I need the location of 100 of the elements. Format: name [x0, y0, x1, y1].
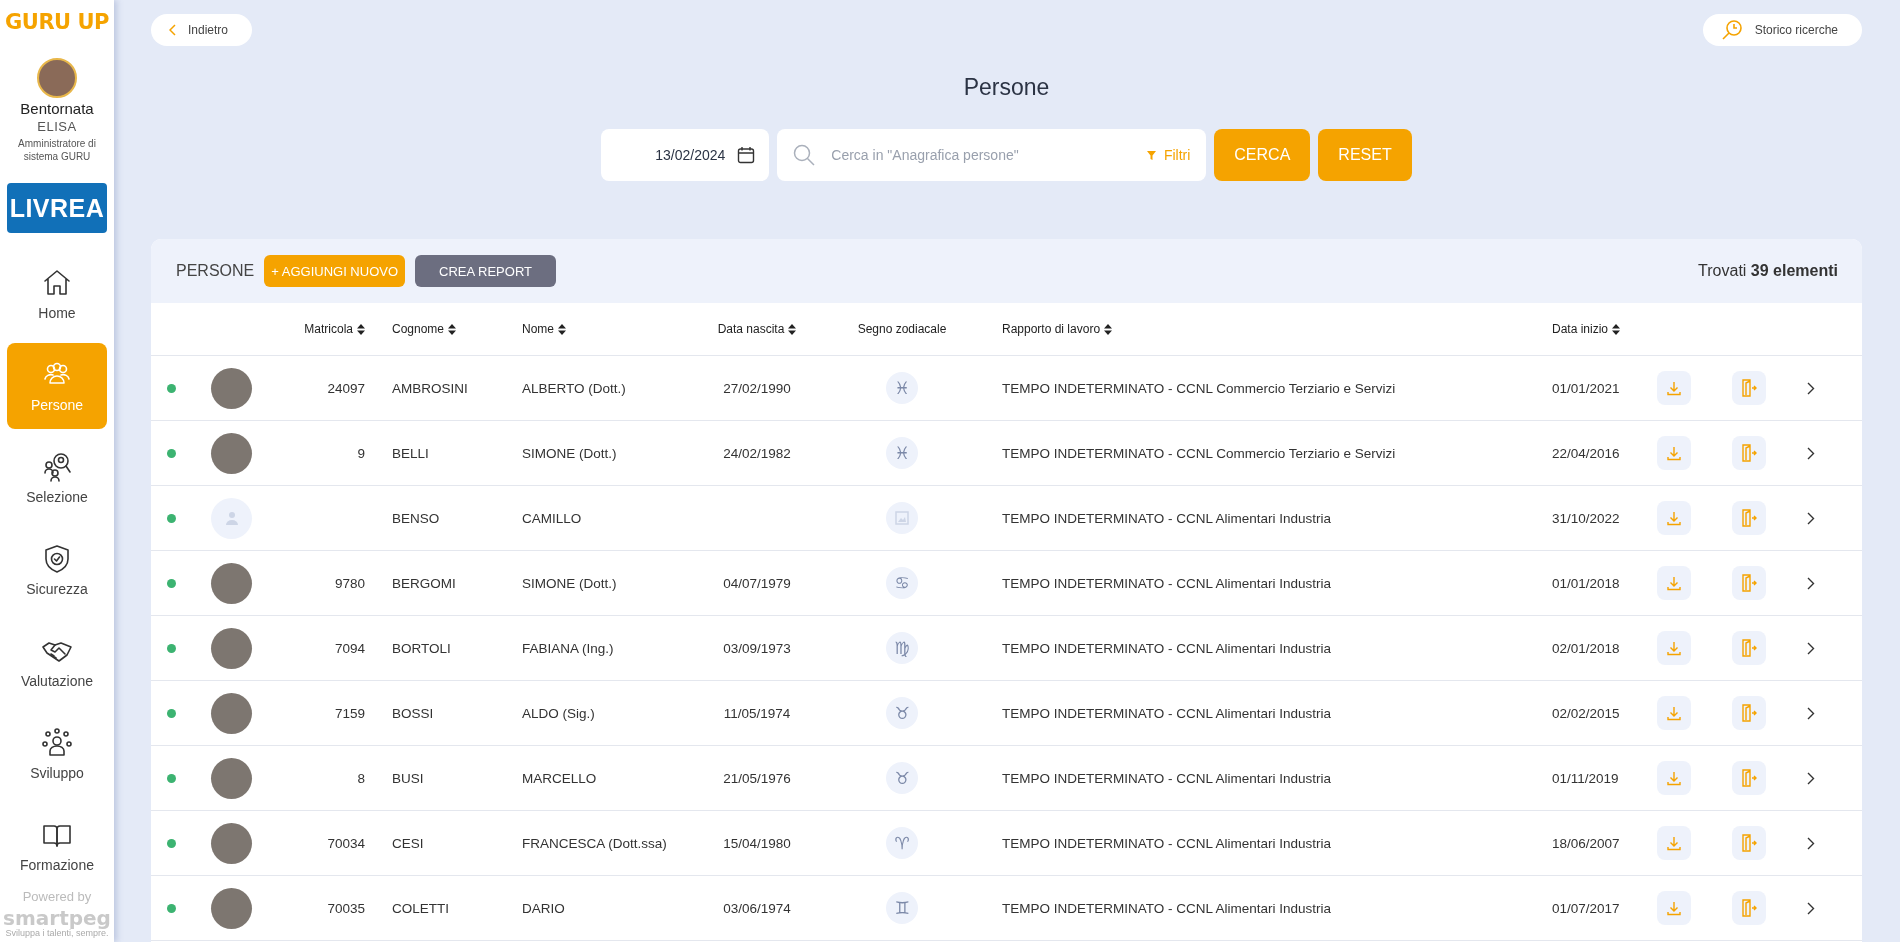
table-cell: 9: [357, 445, 365, 461]
zodiac-sign: ♋: [886, 567, 918, 599]
column-header[interactable]: Rapporto di lavoro: [1002, 322, 1101, 336]
zodiac-sign: ♓: [886, 437, 918, 469]
exit-button[interactable]: [1732, 436, 1766, 470]
zodiac-sign: ♊: [886, 892, 918, 924]
search-history-button[interactable]: Storico ricerche: [1702, 14, 1862, 46]
back-button[interactable]: Indietro: [151, 14, 253, 46]
exit-button[interactable]: [1732, 501, 1766, 535]
table-cell: 02/01/2018: [1552, 640, 1620, 656]
zodiac-sign: ♉: [886, 762, 918, 794]
sort-icon[interactable]: [788, 323, 797, 335]
table-cell: 02/02/2015: [1552, 705, 1620, 721]
table-cell: 21/05/1976: [723, 770, 791, 786]
table-cell: SIMONE (Dott.): [522, 575, 617, 591]
sort-icon[interactable]: [558, 323, 566, 335]
table-cell: ALBERTO (Dott.): [522, 380, 626, 396]
door-arrow-icon: [1741, 704, 1757, 722]
section-title: PERSONE: [176, 262, 255, 280]
open-details-button[interactable]: [1807, 641, 1815, 655]
sidebar-item[interactable]: Sviluppo: [7, 711, 107, 797]
table-cell: 24097: [327, 380, 365, 396]
sidebar-item[interactable]: Home: [7, 251, 107, 337]
download-button[interactable]: [1657, 826, 1691, 860]
download-button[interactable]: [1657, 566, 1691, 600]
download-button[interactable]: [1657, 761, 1691, 795]
chevron-right-icon: [1807, 446, 1815, 460]
user-avatar: [37, 58, 77, 98]
download-icon: [1666, 705, 1682, 721]
download-icon: [1666, 445, 1682, 461]
table-cell: FABIANA (Ing.): [522, 640, 614, 656]
open-details-button[interactable]: [1807, 576, 1815, 590]
table-cell: MARCELLO: [522, 770, 597, 786]
door-arrow-icon: [1741, 899, 1757, 917]
open-details-button[interactable]: [1807, 771, 1815, 785]
chevron-right-icon: [1807, 771, 1815, 785]
sidebar-item[interactable]: Formazione: [7, 803, 107, 889]
open-details-button[interactable]: [1807, 446, 1815, 460]
table-cell: TEMPO INDETERMINATO - CCNL Alimentari Industria: [1002, 705, 1332, 721]
sort-icon[interactable]: [357, 323, 365, 335]
person-ideas-icon: [41, 727, 73, 759]
download-icon: [1666, 380, 1682, 396]
download-button[interactable]: [1657, 631, 1691, 665]
exit-button[interactable]: [1732, 631, 1766, 665]
sort-icon[interactable]: [448, 323, 457, 335]
open-details-button[interactable]: [1807, 381, 1815, 395]
door-arrow-icon: [1741, 639, 1757, 657]
table-cell: ALDO (Sig.): [522, 705, 595, 721]
date-field[interactable]: 13/02/2024: [601, 129, 770, 181]
sidebar-item[interactable]: Sicurezza: [7, 527, 107, 613]
chevron-right-icon: [1807, 836, 1815, 850]
table-cell: BORTOLI: [392, 640, 451, 656]
app-logo: GURU UP: [5, 10, 109, 34]
table-cell: 03/09/1973: [723, 640, 791, 656]
image-placeholder-icon: [895, 511, 909, 525]
table-cell: DARIO: [522, 900, 565, 916]
download-button[interactable]: [1657, 501, 1691, 535]
sort-icon[interactable]: [1104, 323, 1113, 335]
download-icon: [1666, 835, 1682, 851]
column-header[interactable]: Cognome: [392, 322, 445, 336]
table-cell: 7094: [334, 640, 365, 656]
sort-icon[interactable]: [1612, 323, 1621, 335]
table-cell: SIMONE (Dott.): [522, 445, 617, 461]
door-arrow-icon: [1741, 834, 1757, 852]
exit-button[interactable]: [1732, 826, 1766, 860]
exit-button[interactable]: [1732, 891, 1766, 925]
exit-button[interactable]: [1732, 566, 1766, 600]
greeting-text: Bentornata: [20, 100, 94, 117]
zodiac-sign: ♍: [886, 632, 918, 664]
table-cell: 27/02/1990: [723, 380, 791, 396]
download-button[interactable]: [1657, 371, 1691, 405]
open-details-button[interactable]: [1807, 901, 1815, 915]
download-button[interactable]: [1657, 891, 1691, 925]
exit-button[interactable]: [1732, 761, 1766, 795]
column-header[interactable]: Data nascita: [717, 322, 785, 336]
exit-button[interactable]: [1732, 696, 1766, 730]
open-details-button[interactable]: [1807, 706, 1815, 720]
table-cell: COLETTI: [392, 900, 449, 916]
door-arrow-icon: [1741, 444, 1757, 462]
column-header[interactable]: Data inizio: [1552, 322, 1609, 336]
results-count: Trovati 39 elementi: [1698, 262, 1838, 280]
sidebar-item[interactable]: Selezione: [7, 435, 107, 521]
open-details-button[interactable]: [1807, 511, 1815, 525]
sidebar-item[interactable]: Valutazione: [7, 619, 107, 705]
chevron-right-icon: [1807, 706, 1815, 720]
table-cell: 01/07/2017: [1552, 900, 1620, 916]
column-header[interactable]: Matricola: [304, 322, 353, 336]
table-cell: 18/06/2007: [1552, 835, 1620, 851]
table-cell: 70034: [327, 835, 365, 851]
chevron-right-icon: [1807, 641, 1815, 655]
open-details-button[interactable]: [1807, 836, 1815, 850]
download-button[interactable]: [1657, 436, 1691, 470]
table-cell: 01/01/2018: [1552, 575, 1620, 591]
door-arrow-icon: [1741, 574, 1757, 592]
create-report-button[interactable]: CREA REPORT: [415, 255, 556, 287]
exit-button[interactable]: [1732, 371, 1766, 405]
download-button[interactable]: [1657, 696, 1691, 730]
user-name: ELISA: [37, 119, 77, 134]
zodiac-sign: ♉: [886, 697, 918, 729]
column-header[interactable]: Nome: [522, 322, 554, 336]
